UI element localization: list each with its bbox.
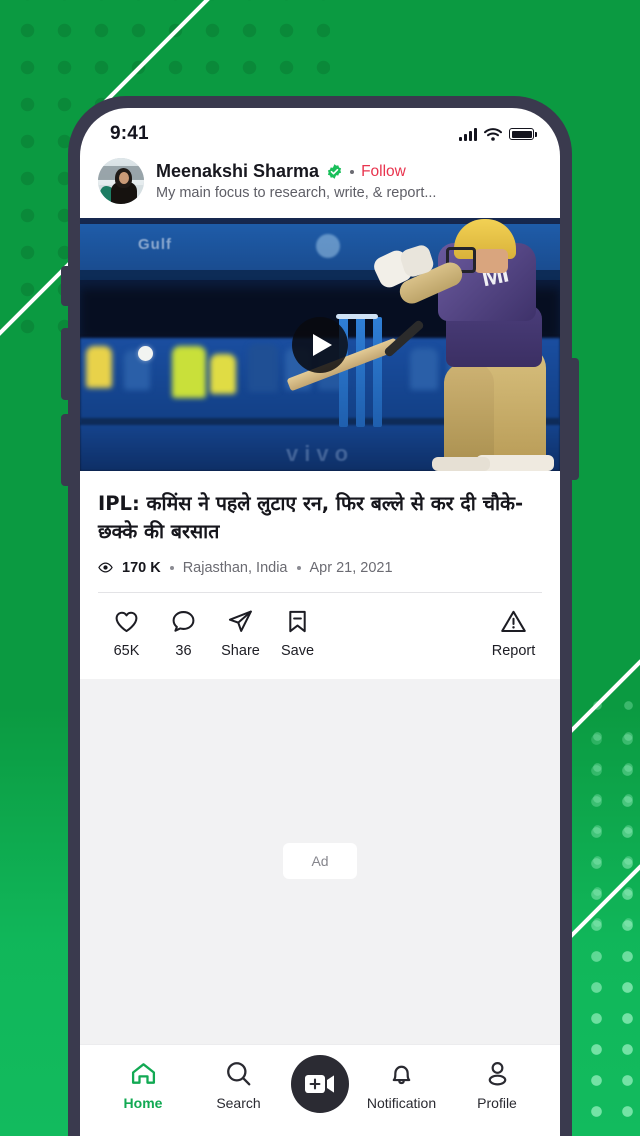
cricket-ball	[138, 346, 153, 361]
play-icon[interactable]	[292, 316, 348, 373]
nav-item-notification[interactable]: Notification	[359, 1059, 445, 1111]
author-bio: My main focus to research, write, & repo…	[156, 185, 437, 201]
like-count: 65K	[113, 642, 140, 659]
post-date: Apr 21, 2021	[309, 559, 393, 576]
follow-button[interactable]: Follow	[361, 163, 406, 181]
decorative-background: 9:41 Meenakshi Sharma Follow My main foc…	[0, 0, 640, 1136]
nav-label-home: Home	[123, 1095, 163, 1111]
nav-item-search[interactable]: Search	[196, 1059, 282, 1111]
save-label: Save	[280, 642, 315, 659]
status-bar-indicators	[459, 127, 537, 141]
author-row[interactable]: Meenakshi Sharma Follow My main focus to…	[80, 152, 560, 218]
post-meta: 170 K Rajasthan, India Apr 21, 2021	[80, 547, 560, 576]
bottom-navigation: Home Search Notification Profile	[80, 1044, 560, 1136]
comment-button[interactable]: 36	[155, 608, 212, 659]
bookmark-icon	[289, 610, 306, 632]
save-button[interactable]: Save	[269, 608, 326, 659]
view-count: 170 K	[122, 559, 161, 576]
video-thumbnail[interactable]: Gulf vivo MI	[80, 218, 560, 471]
stadium-banner-text: Gulf	[138, 236, 172, 253]
nav-label-search: Search	[216, 1095, 261, 1111]
nav-label-notification: Notification	[366, 1095, 437, 1111]
video-plus-glyph	[305, 1075, 334, 1093]
nav-label-profile: Profile	[477, 1095, 517, 1111]
eye-icon	[98, 562, 113, 573]
verified-badge-icon	[327, 164, 342, 179]
action-bar: 65K 36 Share Save Report	[80, 593, 560, 679]
profile-icon	[488, 1062, 506, 1086]
like-button[interactable]: 65K	[98, 608, 155, 659]
separator-dot	[296, 565, 301, 570]
nav-item-home[interactable]: Home	[100, 1059, 186, 1111]
status-bar: 9:41	[80, 108, 560, 152]
post-location: Rajasthan, India	[182, 559, 288, 576]
ad-label: Ad	[283, 843, 357, 880]
warning-triangle-icon	[501, 610, 526, 632]
share-icon	[228, 610, 252, 632]
volume-down-button[interactable]	[61, 414, 69, 486]
author-name[interactable]: Meenakshi Sharma	[156, 161, 319, 182]
share-label: Share	[221, 642, 260, 659]
share-button[interactable]: Share	[212, 608, 269, 659]
avatar[interactable]	[98, 158, 144, 204]
phone-frame: 9:41 Meenakshi Sharma Follow My main foc…	[61, 96, 579, 1136]
ad-slot[interactable]: Ad	[80, 678, 560, 1044]
separator-dot	[350, 169, 355, 174]
status-bar-clock: 9:41	[110, 123, 149, 144]
volume-up-button[interactable]	[61, 328, 69, 400]
power-button[interactable]	[571, 358, 579, 480]
search-icon	[227, 1062, 251, 1086]
page-title: IPL: कमिंस ने पहले लुटाए रन, फिर बल्ले स…	[98, 492, 524, 544]
home-icon	[131, 1063, 155, 1084]
battery-full-icon	[509, 128, 537, 140]
notification-icon	[392, 1065, 411, 1085]
nav-item-profile[interactable]: Profile	[454, 1059, 540, 1111]
report-button[interactable]: Report	[485, 608, 542, 659]
cellular-signal-icon	[459, 127, 477, 141]
add-video-icon[interactable]	[291, 1055, 349, 1113]
mute-switch-button[interactable]	[61, 266, 69, 306]
comment-icon	[172, 610, 195, 632]
comment-count: 36	[175, 642, 192, 659]
heart-icon	[115, 611, 138, 632]
author-text: Meenakshi Sharma Follow My main focus to…	[156, 161, 542, 201]
report-label: Report	[491, 642, 536, 659]
wifi-icon	[484, 127, 502, 141]
separator-dot	[169, 565, 174, 570]
phone-screen: 9:41 Meenakshi Sharma Follow My main foc…	[80, 108, 560, 1136]
